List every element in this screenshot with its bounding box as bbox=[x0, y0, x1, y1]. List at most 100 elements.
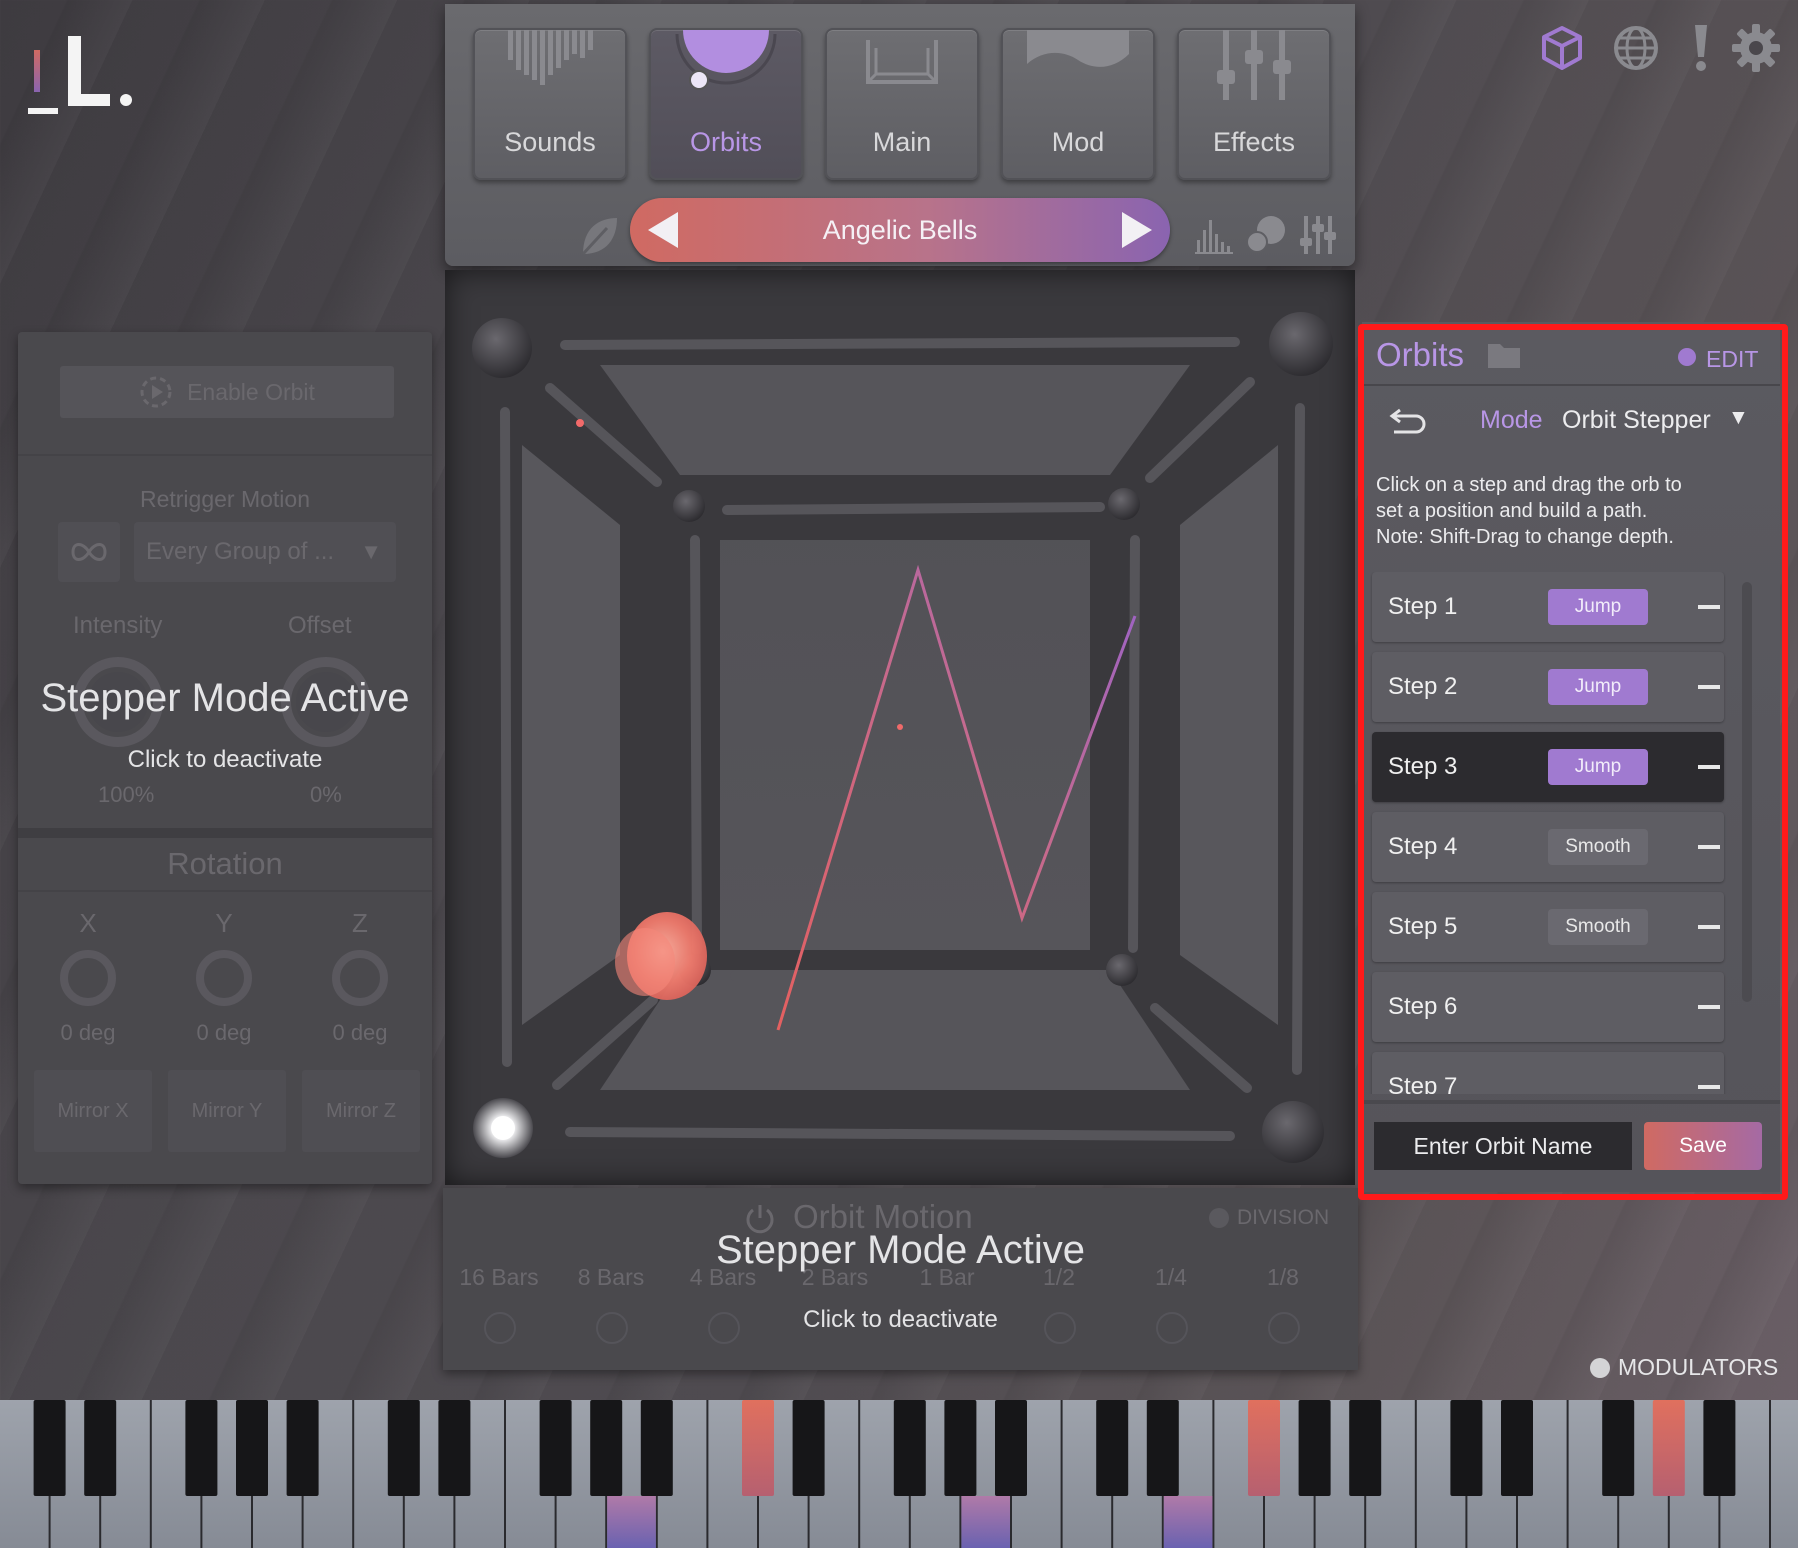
black-key[interactable] bbox=[1703, 1400, 1736, 1496]
leaf-icon[interactable] bbox=[577, 214, 621, 258]
cube-icon[interactable] bbox=[1536, 22, 1588, 74]
black-key[interactable] bbox=[84, 1400, 117, 1496]
white-key[interactable] bbox=[1771, 1400, 1798, 1548]
tab-effects[interactable]: Effects bbox=[1177, 28, 1331, 180]
step-row[interactable]: Step 7 bbox=[1372, 1052, 1724, 1094]
black-key[interactable] bbox=[1450, 1400, 1483, 1496]
remove-step-icon[interactable] bbox=[1698, 1085, 1720, 1089]
black-key[interactable] bbox=[387, 1400, 420, 1496]
remove-step-icon[interactable] bbox=[1698, 925, 1720, 929]
remove-step-icon[interactable] bbox=[1698, 1005, 1720, 1009]
tab-sounds[interactable]: Sounds bbox=[473, 28, 627, 180]
edit-toggle-dot[interactable] bbox=[1678, 348, 1696, 366]
preset-selector[interactable]: Angelic Bells bbox=[630, 198, 1170, 262]
step-type-button[interactable]: Smooth bbox=[1548, 829, 1648, 865]
folder-icon[interactable] bbox=[1486, 340, 1522, 370]
orbit-name-input[interactable]: Enter Orbit Name bbox=[1374, 1122, 1632, 1170]
loop-button[interactable] bbox=[58, 522, 120, 582]
remove-step-icon[interactable] bbox=[1698, 765, 1720, 769]
black-key[interactable] bbox=[1602, 1400, 1635, 1496]
step-label: Step 2 bbox=[1388, 673, 1458, 700]
step-type-button[interactable]: Jump bbox=[1548, 749, 1648, 785]
tab-mod[interactable]: Mod bbox=[1001, 28, 1155, 180]
black-key[interactable] bbox=[792, 1400, 825, 1496]
black-key[interactable] bbox=[893, 1400, 926, 1496]
black-key[interactable] bbox=[539, 1400, 572, 1496]
step-row[interactable]: Step 5 Smooth bbox=[1372, 892, 1724, 962]
stepper-mode-title[interactable]: Stepper Mode Active bbox=[443, 1228, 1358, 1273]
black-key[interactable] bbox=[286, 1400, 319, 1496]
tab-main[interactable]: Main bbox=[825, 28, 979, 180]
divider bbox=[18, 890, 432, 892]
stepper-mode-title[interactable]: Stepper Mode Active bbox=[18, 676, 432, 721]
enable-orbit-button[interactable]: Enable Orbit bbox=[60, 366, 394, 418]
edit-label[interactable]: EDIT bbox=[1706, 346, 1758, 373]
save-button[interactable]: Save bbox=[1644, 1122, 1762, 1170]
black-key[interactable] bbox=[742, 1400, 774, 1496]
black-key[interactable] bbox=[1298, 1400, 1331, 1496]
globe-icon[interactable] bbox=[1610, 22, 1662, 74]
orbs-icon[interactable] bbox=[1245, 214, 1289, 256]
remove-step-icon[interactable] bbox=[1698, 685, 1720, 689]
step-type-button[interactable]: Jump bbox=[1548, 669, 1648, 705]
alert-icon[interactable] bbox=[1672, 22, 1730, 74]
step-row[interactable]: Step 1 Jump bbox=[1372, 572, 1724, 642]
mirror-y-button[interactable]: Mirror Y bbox=[168, 1070, 286, 1152]
division-toggle-dot[interactable] bbox=[1209, 1208, 1229, 1228]
orbit-3d-viewer[interactable] bbox=[445, 270, 1355, 1185]
black-key[interactable] bbox=[33, 1400, 66, 1496]
prev-preset-icon[interactable] bbox=[644, 210, 684, 250]
step-row[interactable]: Step 6 bbox=[1372, 972, 1724, 1042]
black-key[interactable] bbox=[438, 1400, 471, 1496]
undo-icon[interactable] bbox=[1388, 404, 1428, 438]
black-key[interactable] bbox=[236, 1400, 268, 1496]
orbits-title: Orbits bbox=[1376, 336, 1465, 373]
remove-step-icon[interactable] bbox=[1698, 845, 1720, 849]
black-key[interactable] bbox=[1349, 1400, 1382, 1496]
step-type-button[interactable]: Jump bbox=[1548, 589, 1648, 625]
step-row[interactable]: Step 4 Smooth bbox=[1372, 812, 1724, 882]
black-key[interactable] bbox=[590, 1400, 623, 1496]
black-key[interactable] bbox=[640, 1400, 673, 1496]
mixer-icon[interactable] bbox=[1297, 214, 1339, 256]
rotation-x-knob[interactable] bbox=[58, 948, 118, 1008]
spectrum-icon[interactable] bbox=[1193, 214, 1235, 256]
step-row[interactable]: Step 2 Jump bbox=[1372, 652, 1724, 722]
retrigger-label: Retrigger Motion bbox=[139, 486, 311, 512]
divider bbox=[18, 454, 432, 456]
tab-orbits[interactable]: Orbits bbox=[649, 28, 803, 180]
mirror-x-button[interactable]: Mirror X bbox=[34, 1070, 152, 1152]
black-key[interactable] bbox=[185, 1400, 218, 1496]
black-key[interactable] bbox=[944, 1400, 977, 1496]
steps-scrollbar[interactable] bbox=[1742, 582, 1752, 1002]
black-key[interactable] bbox=[995, 1400, 1027, 1496]
step-row-selected[interactable]: Step 3 Jump bbox=[1372, 732, 1724, 802]
divider bbox=[1362, 384, 1780, 386]
piano-keyboard[interactable] bbox=[0, 1400, 1798, 1548]
step-type-button[interactable]: Smooth bbox=[1548, 909, 1648, 945]
next-preset-icon[interactable] bbox=[1116, 210, 1156, 250]
chevron-down-icon[interactable]: ▼ bbox=[1728, 406, 1749, 430]
remove-step-icon[interactable] bbox=[1698, 605, 1720, 609]
black-key[interactable] bbox=[1652, 1400, 1685, 1496]
deactivate-hint[interactable]: Click to deactivate bbox=[18, 746, 432, 774]
steps-list[interactable]: Step 1 Jump Step 2 Jump Step 3 Jump Step… bbox=[1362, 572, 1780, 1094]
black-key[interactable] bbox=[1096, 1400, 1129, 1496]
mirror-z-button[interactable]: Mirror Z bbox=[302, 1070, 420, 1152]
modulators-label[interactable]: MODULATORS bbox=[1618, 1354, 1778, 1381]
black-key[interactable] bbox=[1248, 1400, 1280, 1496]
orbits-panel: Orbits EDIT Mode Orbit Stepper ▼ Click o… bbox=[1362, 322, 1780, 1192]
mirror-x-label: Mirror X bbox=[57, 1099, 129, 1122]
piano-keys[interactable] bbox=[0, 1400, 1798, 1548]
deactivate-hint[interactable]: Click to deactivate bbox=[443, 1306, 1358, 1334]
mode-value[interactable]: Orbit Stepper bbox=[1562, 406, 1711, 435]
rotation-y-knob[interactable] bbox=[194, 948, 254, 1008]
orbit-cube-scene[interactable] bbox=[445, 270, 1355, 1185]
black-key[interactable] bbox=[1501, 1400, 1533, 1496]
modulators-toggle-dot[interactable] bbox=[1590, 1358, 1610, 1378]
black-key[interactable] bbox=[1146, 1400, 1179, 1496]
retrigger-select[interactable]: Every Group of ... ▼ bbox=[134, 522, 396, 582]
mode-label: Mode bbox=[1480, 406, 1543, 434]
rotation-z-knob[interactable] bbox=[330, 948, 390, 1008]
gear-icon[interactable] bbox=[1730, 22, 1782, 74]
